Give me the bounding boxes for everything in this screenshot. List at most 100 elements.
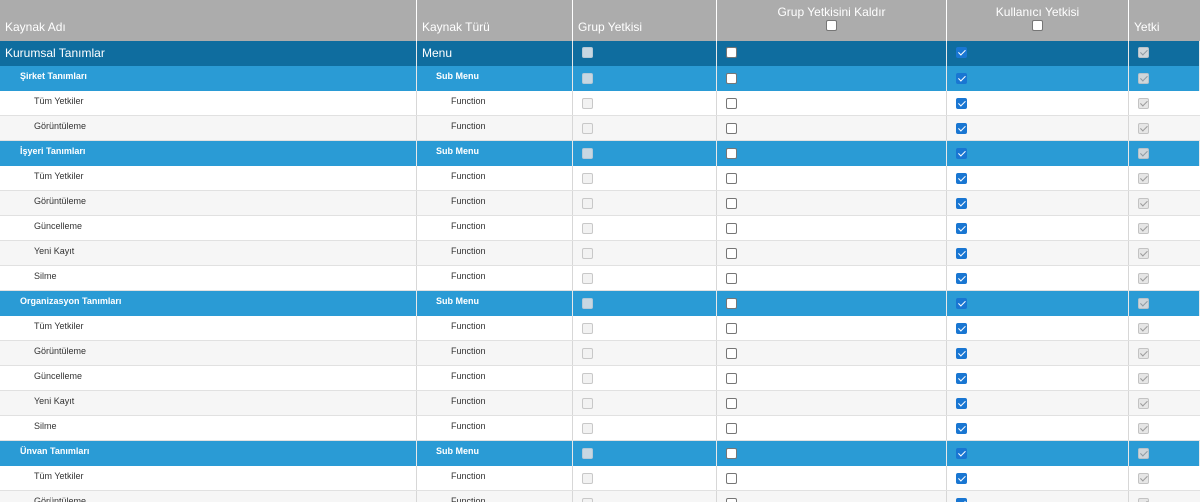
remove-group-permission-cell bbox=[717, 341, 947, 365]
permission-cell bbox=[1129, 366, 1200, 390]
user-permission-cell bbox=[947, 441, 1129, 466]
remove-group-permission-cell-checkbox[interactable] bbox=[726, 373, 737, 384]
remove-group-permission-cell-checkbox[interactable] bbox=[726, 423, 737, 434]
group-permission-cell bbox=[573, 441, 717, 466]
permission-cell-checkbox bbox=[1138, 73, 1149, 84]
remove-group-permission-cell bbox=[717, 266, 947, 290]
permission-cell-checkbox bbox=[1138, 98, 1149, 109]
user-permission-cell-checkbox[interactable] bbox=[956, 348, 967, 359]
user-permission-cell bbox=[947, 366, 1129, 390]
resource-name-cell-text: Tüm Yetkiler bbox=[34, 471, 84, 481]
resource-name-cell: Silme bbox=[0, 416, 417, 440]
remove-group-permission-cell-checkbox[interactable] bbox=[726, 323, 737, 334]
user-permission-cell bbox=[947, 191, 1129, 215]
remove-group-permission-cell-checkbox[interactable] bbox=[726, 398, 737, 409]
user-permission-cell bbox=[947, 316, 1129, 340]
remove-group-permission-cell-checkbox[interactable] bbox=[726, 148, 737, 159]
table-row: Silme Function bbox=[0, 416, 1200, 441]
user-permission-cell-checkbox[interactable] bbox=[956, 498, 967, 502]
group-permission-cell bbox=[573, 491, 717, 502]
user-permission-cell bbox=[947, 291, 1129, 316]
resource-type-cell-text: Function bbox=[451, 196, 486, 206]
remove-group-permission-cell-checkbox[interactable] bbox=[726, 98, 737, 109]
remove-group-permission-cell-checkbox[interactable] bbox=[726, 498, 737, 502]
table-row: Görüntüleme Function bbox=[0, 116, 1200, 141]
resource-name-cell-text: Silme bbox=[34, 421, 57, 431]
group-permission-cell bbox=[573, 216, 717, 240]
user-permission-cell bbox=[947, 491, 1129, 502]
user-permission-select-all-checkbox[interactable] bbox=[1032, 20, 1043, 31]
user-permission-cell-checkbox[interactable] bbox=[956, 123, 967, 134]
remove-group-permission-cell-checkbox[interactable] bbox=[726, 248, 737, 259]
resource-type-cell: Function bbox=[417, 241, 573, 265]
user-permission-cell-checkbox[interactable] bbox=[956, 373, 967, 384]
resource-type-cell-text: Function bbox=[451, 496, 486, 502]
user-permission-cell-checkbox[interactable] bbox=[956, 148, 967, 159]
remove-group-permission-cell-checkbox[interactable] bbox=[726, 473, 737, 484]
group-permission-cell-checkbox bbox=[582, 323, 593, 334]
header-resource-name-label: Kaynak Adı bbox=[5, 20, 66, 34]
group-permission-cell bbox=[573, 391, 717, 415]
user-permission-cell-checkbox[interactable] bbox=[956, 323, 967, 334]
resource-type-cell: Menu bbox=[417, 41, 573, 66]
remove-group-permission-cell-checkbox[interactable] bbox=[726, 47, 737, 58]
remove-group-permission-cell-checkbox[interactable] bbox=[726, 348, 737, 359]
user-permission-cell-checkbox[interactable] bbox=[956, 423, 967, 434]
header-resource-type-label: Kaynak Türü bbox=[422, 20, 490, 34]
permission-cell-checkbox bbox=[1138, 173, 1149, 184]
permission-cell-checkbox bbox=[1138, 198, 1149, 209]
remove-group-permission-cell bbox=[717, 416, 947, 440]
remove-group-permission-cell-checkbox[interactable] bbox=[726, 73, 737, 84]
resource-type-cell-text: Function bbox=[451, 396, 486, 406]
resource-name-cell-text: Görüntüleme bbox=[34, 121, 87, 131]
remove-group-permission-cell-checkbox[interactable] bbox=[726, 223, 737, 234]
permission-cell bbox=[1129, 341, 1200, 365]
user-permission-cell-checkbox[interactable] bbox=[956, 47, 967, 58]
user-permission-cell-checkbox[interactable] bbox=[956, 298, 967, 309]
remove-group-permission-cell bbox=[717, 91, 947, 115]
group-permission-cell-checkbox bbox=[582, 398, 593, 409]
user-permission-cell-checkbox[interactable] bbox=[956, 73, 967, 84]
resource-name-cell-text: Şirket Tanımları bbox=[20, 71, 87, 81]
permission-cell bbox=[1129, 391, 1200, 415]
remove-group-permission-cell-checkbox[interactable] bbox=[726, 448, 737, 459]
header-permission: Yetki bbox=[1129, 0, 1200, 41]
user-permission-cell-checkbox[interactable] bbox=[956, 173, 967, 184]
header-remove-group-permission-label: Grup Yetkisini Kaldır bbox=[777, 5, 886, 19]
remove-group-permission-cell bbox=[717, 366, 947, 390]
header-user-permission: Kullanıcı Yetkisi bbox=[947, 0, 1129, 41]
group-permission-cell bbox=[573, 166, 717, 190]
group-permission-cell-checkbox bbox=[582, 473, 593, 484]
remove-group-permission-cell-checkbox[interactable] bbox=[726, 173, 737, 184]
user-permission-cell-checkbox[interactable] bbox=[956, 398, 967, 409]
resource-name-cell: Ünvan Tanımları bbox=[0, 441, 417, 466]
group-permission-cell bbox=[573, 291, 717, 316]
remove-group-permission-cell-checkbox[interactable] bbox=[726, 198, 737, 209]
resource-type-cell: Function bbox=[417, 341, 573, 365]
remove-group-permission-select-all-checkbox[interactable] bbox=[826, 20, 837, 31]
user-permission-cell-checkbox[interactable] bbox=[956, 248, 967, 259]
remove-group-permission-cell-checkbox[interactable] bbox=[726, 273, 737, 284]
resource-type-cell-text: Function bbox=[451, 171, 486, 181]
user-permission-cell bbox=[947, 241, 1129, 265]
remove-group-permission-cell-checkbox[interactable] bbox=[726, 123, 737, 134]
user-permission-cell-checkbox[interactable] bbox=[956, 448, 967, 459]
table-row-submenu: Şirket Tanımları Sub Menu bbox=[0, 66, 1200, 91]
resource-name-cell: Görüntüleme bbox=[0, 341, 417, 365]
table-row-menu: Kurumsal Tanımlar Menu bbox=[0, 41, 1200, 66]
remove-group-permission-cell bbox=[717, 116, 947, 140]
resource-type-cell: Sub Menu bbox=[417, 441, 573, 466]
user-permission-cell-checkbox[interactable] bbox=[956, 223, 967, 234]
remove-group-permission-cell bbox=[717, 441, 947, 466]
group-permission-cell-checkbox bbox=[582, 498, 593, 502]
resource-name-cell: Görüntüleme bbox=[0, 116, 417, 140]
user-permission-cell-checkbox[interactable] bbox=[956, 98, 967, 109]
remove-group-permission-cell bbox=[717, 241, 947, 265]
resource-name-cell: İşyeri Tanımları bbox=[0, 141, 417, 166]
user-permission-cell-checkbox[interactable] bbox=[956, 473, 967, 484]
remove-group-permission-cell-checkbox[interactable] bbox=[726, 298, 737, 309]
user-permission-cell-checkbox[interactable] bbox=[956, 273, 967, 284]
resource-type-cell-text: Function bbox=[451, 271, 486, 281]
user-permission-cell-checkbox[interactable] bbox=[956, 198, 967, 209]
remove-group-permission-cell bbox=[717, 141, 947, 166]
